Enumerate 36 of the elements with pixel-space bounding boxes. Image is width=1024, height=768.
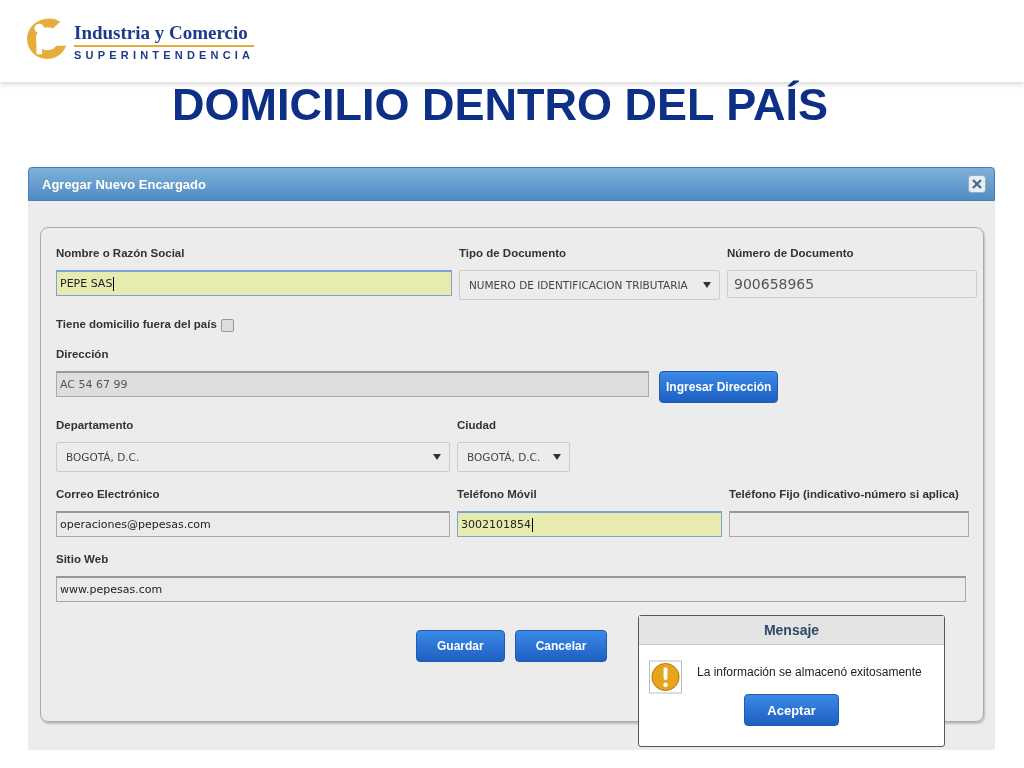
message-title: Mensaje xyxy=(763,622,820,638)
warning-icon xyxy=(649,660,682,694)
dropdown-arrow-icon xyxy=(433,454,441,460)
dropdown[interactable]: NUMERO DE IDENTIFICACION TRIBUTARIA xyxy=(459,270,720,300)
field-label: Departamento xyxy=(56,418,135,432)
dropdown[interactable]: BOGOTÁ, D.C. xyxy=(56,442,450,472)
field-label: Nombre o Razón Social xyxy=(56,246,186,260)
dialog-title: Agregar Nuevo Encargado xyxy=(42,176,206,192)
field-label: Número de Documento xyxy=(727,246,855,260)
field-label: Teléfono Fijo (indicativo-número si aplica) xyxy=(729,487,960,501)
field-label: Teléfono Móvil xyxy=(457,487,538,501)
accept-button[interactable]: Aceptar xyxy=(744,694,839,726)
form-button[interactable]: Guardar xyxy=(416,630,505,662)
slide-title: DOMICILIO DENTRO DEL PAÍS xyxy=(171,82,829,128)
field-label: Sitio Web xyxy=(56,552,110,566)
input-field[interactable] xyxy=(729,511,969,537)
field-label: Dirección xyxy=(56,347,110,361)
logo-subtitle: SUPERINTENDENCIA xyxy=(74,48,255,61)
field-label: Correo Electrónico xyxy=(56,487,161,501)
logo-drawing xyxy=(24,17,68,61)
checkbox[interactable] xyxy=(220,319,234,332)
dropdown-arrow-icon xyxy=(553,454,561,460)
message-text: La información se almacenó exitosamente xyxy=(697,665,922,679)
input-field[interactable]: operaciones@pepesas.com xyxy=(56,511,450,537)
close-icon[interactable] xyxy=(968,175,986,193)
field-label: Tiene domicilio fuera del país xyxy=(56,316,217,331)
input-field[interactable]: PEPE SAS xyxy=(56,270,452,296)
input-field[interactable]: www.pepesas.com xyxy=(56,576,966,602)
logo-title: Industria y Comercio xyxy=(74,21,255,47)
input-field[interactable]: 900658965 xyxy=(727,270,977,298)
input-field[interactable]: 3002101854 xyxy=(457,511,722,537)
dropdown-arrow-icon xyxy=(703,282,711,288)
dropdown[interactable]: BOGOTÁ, D.C. xyxy=(457,442,570,472)
field-label: Tipo de Documento xyxy=(459,246,568,260)
field-label: Ciudad xyxy=(457,418,497,432)
form-button[interactable]: Cancelar xyxy=(514,630,608,662)
